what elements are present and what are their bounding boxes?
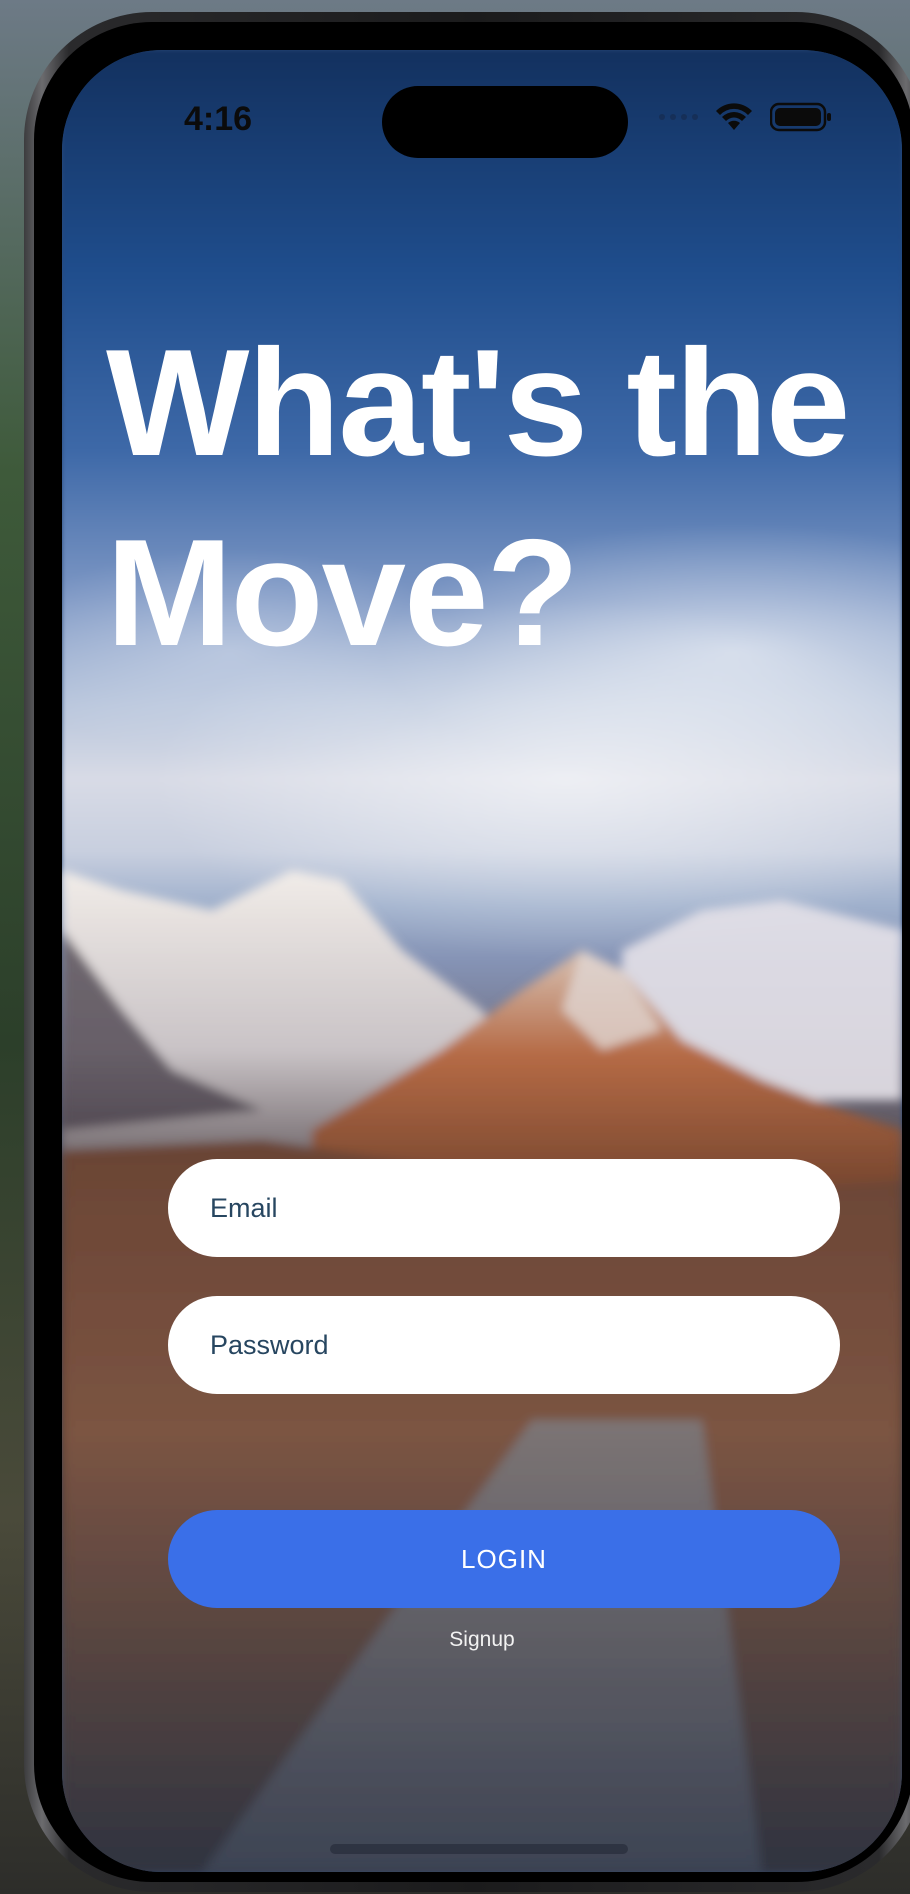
wifi-icon xyxy=(716,103,752,130)
password-field-container[interactable] xyxy=(168,1296,840,1394)
status-time: 4:16 xyxy=(184,100,253,138)
home-indicator[interactable] xyxy=(330,1844,628,1854)
login-button[interactable]: LOGIN xyxy=(168,1510,840,1608)
battery-icon xyxy=(770,102,831,132)
email-field[interactable] xyxy=(208,1191,840,1225)
phone-frame: 4:16 What's the Move? Email LOGIN Signup xyxy=(24,12,910,1892)
app-headline: What's the Move? xyxy=(106,318,850,678)
phone-bezel: 4:16 What's the Move? Email LOGIN Signup xyxy=(34,22,910,1882)
status-icons xyxy=(659,102,832,132)
signal-dots-icon xyxy=(659,114,698,120)
app-screen: 4:16 What's the Move? Email LOGIN Signup xyxy=(62,50,902,1872)
signup-link[interactable]: Signup xyxy=(62,1628,902,1652)
password-field[interactable] xyxy=(208,1328,840,1362)
email-field-container[interactable] xyxy=(168,1159,840,1257)
dynamic-island xyxy=(382,86,628,158)
